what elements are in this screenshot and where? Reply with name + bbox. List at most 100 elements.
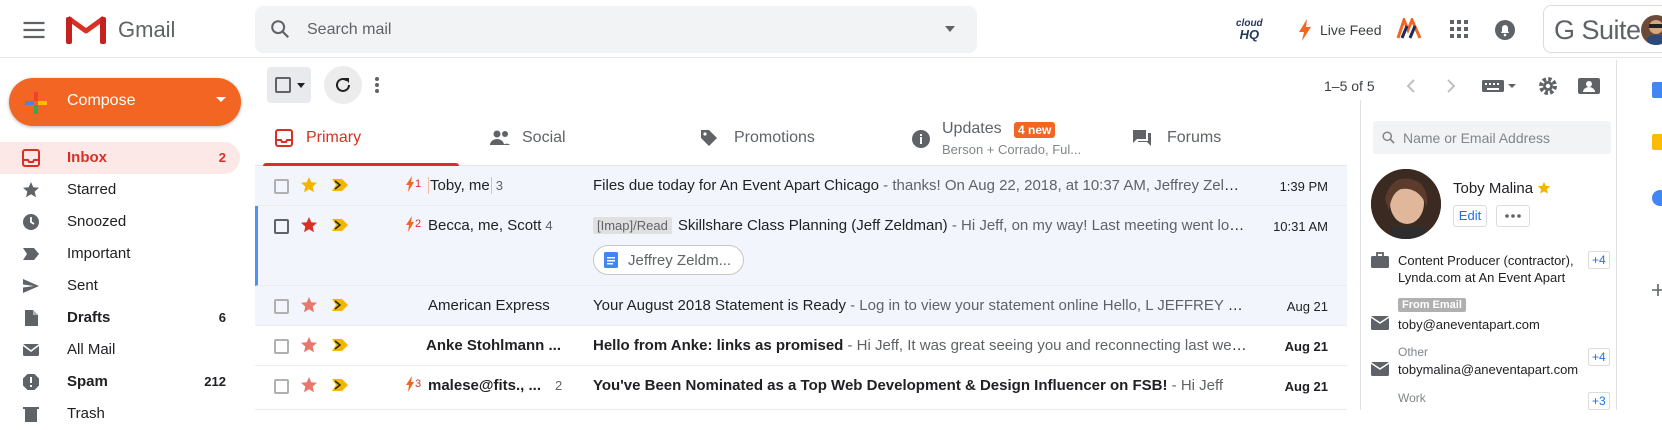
tab-label: Promotions xyxy=(734,129,815,146)
cloudhq-extension-icon[interactable]: cloud HQ xyxy=(1236,19,1263,42)
email-snippet: - Hi Jeff xyxy=(1167,377,1224,394)
notifications-icon[interactable] xyxy=(1494,19,1516,41)
extension-marker-number: 3 xyxy=(415,378,422,390)
sidebar-item-sent[interactable]: Sent xyxy=(0,270,240,302)
sidebar-item-important[interactable]: Important xyxy=(0,238,240,270)
sidebar-item-count: 6 xyxy=(218,310,226,325)
email-row[interactable]: 2 Becca, me, Scott 4 [Imap]/Read Skillshar… xyxy=(255,206,1347,286)
sidebar-item-all-mail[interactable]: All Mail xyxy=(0,334,240,366)
star-icon[interactable] xyxy=(300,376,318,394)
search-bar[interactable] xyxy=(255,6,977,53)
sidebar-item-inbox[interactable]: Inbox 2 xyxy=(0,142,240,174)
sidebar-item-drafts[interactable]: Drafts 6 xyxy=(0,302,240,334)
more-options-button[interactable] xyxy=(1496,205,1530,227)
checkbox[interactable] xyxy=(275,77,291,93)
email-row[interactable]: 3 malese@fits., ... 2 You've Been Nominat… xyxy=(255,366,1347,410)
sidebar-item-trash[interactable]: Trash xyxy=(0,398,240,430)
label-chip[interactable]: [Imap]/Read xyxy=(593,217,672,234)
attachment-chip[interactable]: Jeffrey Zeldm... xyxy=(593,245,745,275)
contact-avatar[interactable] xyxy=(1371,169,1441,239)
sidebar-item-spam[interactable]: Spam 212 xyxy=(0,366,240,398)
search-icon[interactable] xyxy=(269,18,291,40)
contact-email[interactable]: toby@aneventapart.com xyxy=(1398,316,1540,333)
more-count-badge[interactable]: +4 xyxy=(1588,348,1610,366)
more-count-badge[interactable]: +4 xyxy=(1588,251,1610,269)
plus-icon xyxy=(25,92,47,114)
important-marker-icon[interactable] xyxy=(332,339,348,351)
tab-promotions[interactable]: Promotions xyxy=(680,112,880,166)
draft-icon xyxy=(25,310,38,326)
contacts-panel-icon[interactable] xyxy=(1577,76,1601,96)
forum-icon xyxy=(1133,130,1151,146)
email-row[interactable]: Anke Stohlmann ... Hello from Anke: link… xyxy=(255,326,1347,366)
live-feed-button[interactable]: Live Feed xyxy=(1298,18,1381,42)
mail-icon xyxy=(1371,316,1389,330)
star-icon[interactable] xyxy=(300,216,318,234)
more-options-icon[interactable] xyxy=(374,76,380,94)
keep-icon[interactable] xyxy=(1652,134,1662,150)
star-icon[interactable] xyxy=(1537,181,1551,195)
more-count-badge[interactable]: +3 xyxy=(1588,392,1610,410)
contact-search-input[interactable] xyxy=(1403,121,1603,154)
select-all-checkbox[interactable] xyxy=(267,67,311,103)
edit-contact-button[interactable]: Edit xyxy=(1453,205,1487,227)
sender-name: Toby, me 3 xyxy=(428,177,503,194)
important-marker-icon[interactable] xyxy=(332,219,348,231)
add-addon-icon[interactable] xyxy=(1652,284,1662,296)
row-checkbox[interactable] xyxy=(274,179,289,194)
gear-icon[interactable] xyxy=(1538,76,1558,96)
refresh-button[interactable] xyxy=(324,66,362,104)
email-row[interactable]: 1 Toby, me 3 Files due today for An Event… xyxy=(255,166,1347,206)
sidebar-item-label: Sent xyxy=(67,277,98,294)
avatar[interactable] xyxy=(1641,15,1662,45)
email-subject: Files due today for An Event Apart Chica… xyxy=(593,177,880,194)
compose-button[interactable]: Compose xyxy=(9,78,241,126)
row-checkbox[interactable] xyxy=(274,339,289,354)
contact-search-bar[interactable] xyxy=(1373,121,1611,154)
gmail-logo-icon[interactable] xyxy=(66,14,106,44)
row-checkbox[interactable] xyxy=(274,219,289,234)
tab-updates[interactable]: Updates 4 new Berson + Corrado, Ful... xyxy=(891,112,1101,166)
search-input[interactable] xyxy=(307,6,907,53)
clock-icon xyxy=(23,214,39,230)
contact-email[interactable]: tobymalina@aneventapart.com xyxy=(1398,361,1578,378)
search-icon xyxy=(1382,131,1395,144)
star-icon[interactable] xyxy=(300,336,318,354)
tab-forums[interactable]: Forums xyxy=(1112,112,1312,166)
mixmax-extension-icon[interactable] xyxy=(1396,18,1422,40)
search-options-caret-icon[interactable] xyxy=(943,24,957,34)
tab-primary[interactable]: Primary xyxy=(255,112,459,166)
attachment-name: Jeffrey Zeldm... xyxy=(628,251,732,269)
contact-job-line: Content Producer (contractor), xyxy=(1398,253,1574,268)
main-menu-icon[interactable] xyxy=(20,16,48,44)
account-switcher[interactable]: G Suite xyxy=(1543,5,1662,53)
chevron-down-icon[interactable] xyxy=(215,96,227,104)
sidebar-item-count: 2 xyxy=(218,150,226,165)
row-checkbox[interactable] xyxy=(274,299,289,314)
calendar-icon[interactable] xyxy=(1652,82,1662,98)
important-icon xyxy=(23,248,39,260)
email-row[interactable]: American Express Your August 2018 Statem… xyxy=(255,286,1347,326)
trash-icon xyxy=(23,407,39,422)
important-marker-icon[interactable] xyxy=(332,379,348,391)
chevron-down-icon[interactable] xyxy=(297,83,305,88)
message-preview: You've Been Nominated as a Top Web Devel… xyxy=(593,377,1247,394)
apps-grid-icon[interactable] xyxy=(1449,19,1469,39)
tag-icon xyxy=(701,130,717,146)
tasks-icon[interactable] xyxy=(1652,190,1662,206)
keyboard-icon[interactable] xyxy=(1482,78,1516,94)
tab-label: Forums xyxy=(1167,129,1222,146)
sidebar-item-label: Important xyxy=(67,245,131,262)
sidebar-item-snoozed[interactable]: Snoozed xyxy=(0,206,240,238)
message-preview: Files due today for An Event Apart Chica… xyxy=(593,177,1247,194)
tab-social[interactable]: Social xyxy=(469,112,669,166)
sidebar-item-starred[interactable]: Starred xyxy=(0,174,240,206)
star-icon[interactable] xyxy=(300,176,318,194)
row-checkbox[interactable] xyxy=(274,379,289,394)
important-marker-icon[interactable] xyxy=(332,179,348,191)
chevron-right-icon[interactable] xyxy=(1444,78,1458,94)
important-marker-icon[interactable] xyxy=(332,299,348,311)
star-icon[interactable] xyxy=(300,296,318,314)
chevron-left-icon[interactable] xyxy=(1404,78,1418,94)
gmail-wordmark[interactable]: Gmail xyxy=(118,17,175,43)
